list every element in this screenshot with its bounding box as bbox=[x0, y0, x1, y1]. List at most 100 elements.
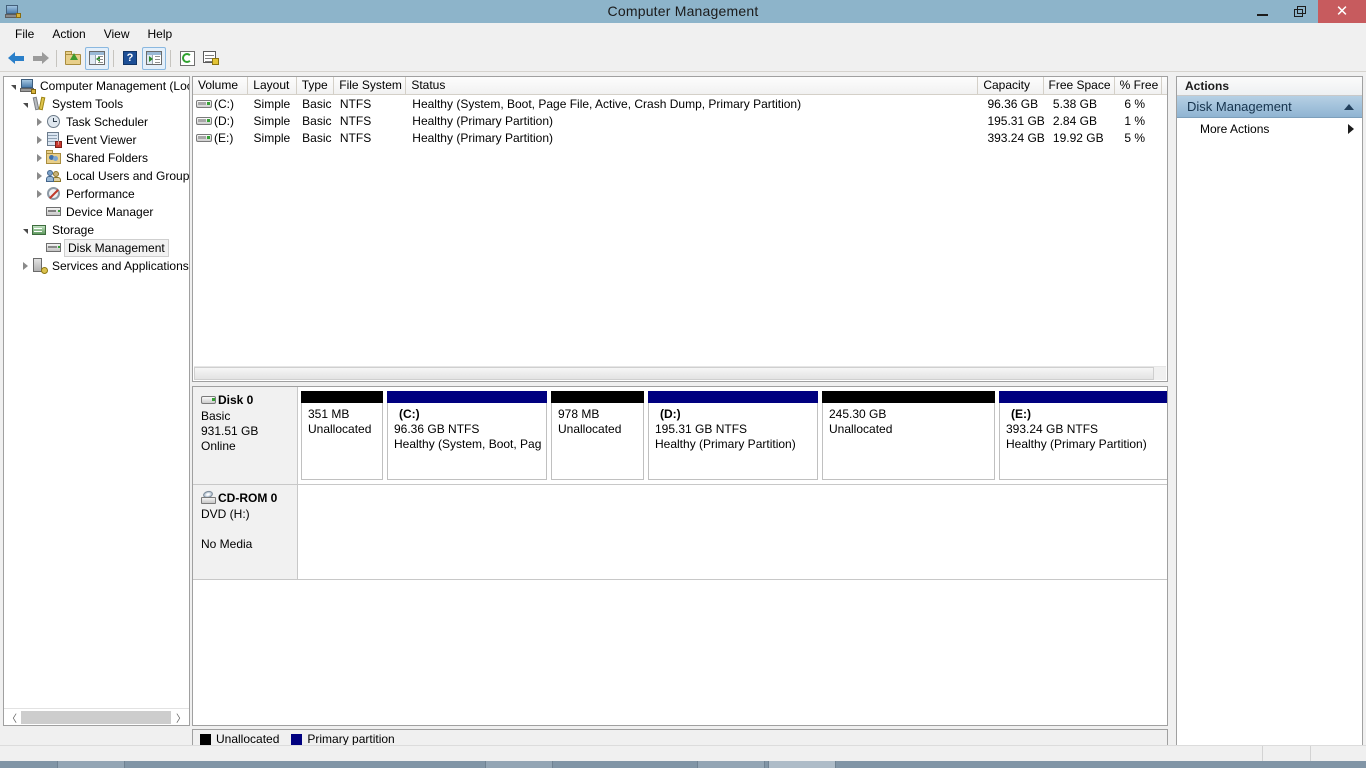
twisty-closed-icon[interactable] bbox=[32, 167, 46, 185]
cdrom-state: No Media bbox=[201, 537, 253, 551]
tree-node-label: Performance bbox=[66, 187, 135, 201]
minimize-button[interactable] bbox=[1244, 0, 1281, 23]
twisty-open-icon[interactable] bbox=[6, 77, 20, 95]
partition-size: 96.36 GB NTFS bbox=[394, 422, 480, 436]
twisty-closed-icon[interactable] bbox=[32, 185, 46, 203]
table-row[interactable]: (E:) Simple Basic NTFS Healthy (Primary … bbox=[193, 129, 1167, 146]
twisty-closed-icon[interactable] bbox=[32, 149, 46, 167]
back-button[interactable] bbox=[4, 47, 28, 70]
partition-status: Healthy (Primary Partition) bbox=[1006, 437, 1147, 451]
menu-action[interactable]: Action bbox=[43, 24, 94, 44]
twisty-open-icon[interactable] bbox=[18, 95, 32, 113]
column-header-layout[interactable]: Layout bbox=[248, 77, 297, 94]
twisty-closed-icon[interactable] bbox=[18, 257, 32, 275]
actions-group-title: Disk Management bbox=[1187, 99, 1292, 114]
partition-unallocated-351mb[interactable]: 351 MB Unallocated bbox=[301, 391, 383, 480]
cell-volume: (D:) bbox=[214, 113, 234, 128]
scroll-track[interactable] bbox=[20, 709, 173, 725]
tree-node-services-and-applications[interactable]: Services and Applications bbox=[4, 257, 189, 275]
column-header-type[interactable]: Type bbox=[296, 77, 335, 94]
export-list-icon bbox=[203, 51, 219, 65]
cell-capacity: 195.31 GB bbox=[987, 113, 1045, 128]
tree-node-disk-management[interactable]: Disk Management bbox=[4, 239, 189, 257]
menu-file[interactable]: File bbox=[6, 24, 43, 44]
twisty-closed-icon[interactable] bbox=[32, 113, 46, 131]
column-header-capacity[interactable]: Capacity bbox=[978, 77, 1044, 94]
cdrom-empty-area[interactable] bbox=[298, 485, 1167, 579]
column-header-percent-free[interactable]: % Free bbox=[1114, 77, 1162, 94]
help-button[interactable]: ? bbox=[118, 47, 142, 70]
close-button[interactable]: ✕ bbox=[1318, 0, 1366, 23]
partition-color-band bbox=[822, 391, 995, 403]
twisty-closed-icon[interactable] bbox=[32, 131, 46, 149]
cell-free-space: 19.92 GB bbox=[1052, 130, 1104, 145]
console-tree-icon bbox=[89, 51, 105, 65]
disk-row-cdrom0[interactable]: CD-ROM 0 DVD (H:) No Media bbox=[193, 485, 1167, 580]
legend-label: Primary partition bbox=[307, 732, 395, 746]
maximize-button[interactable] bbox=[1281, 0, 1318, 23]
taskbar-item[interactable] bbox=[57, 761, 125, 768]
chevron-up-icon[interactable] bbox=[1344, 103, 1354, 110]
partition-unallocated-245gb[interactable]: 245.30 GB Unallocated bbox=[822, 391, 995, 480]
partition-volume-label: (E:) bbox=[1011, 407, 1031, 421]
graphical-view-blank-area bbox=[193, 580, 1167, 725]
partition-color-band bbox=[301, 391, 383, 403]
tree-node-system-tools[interactable]: System Tools bbox=[4, 95, 189, 113]
partition-size: 351 MB bbox=[308, 407, 350, 421]
tree-node-local-users-and-groups[interactable]: Local Users and Groups bbox=[4, 167, 189, 185]
partition-color-band bbox=[387, 391, 547, 403]
tree-horizontal-scrollbar[interactable]: 〈 〉 bbox=[4, 708, 189, 725]
menu-view[interactable]: View bbox=[95, 24, 139, 44]
actions-group-disk-management[interactable]: Disk Management bbox=[1177, 96, 1362, 118]
export-list-button[interactable] bbox=[199, 47, 223, 70]
forward-button[interactable] bbox=[28, 47, 52, 70]
show-hide-console-tree-button[interactable] bbox=[85, 46, 109, 70]
table-row[interactable]: (C:) Simple Basic NTFS Healthy (System, … bbox=[193, 95, 1167, 112]
cell-layout: Simple bbox=[253, 130, 291, 145]
disk-row-disk0[interactable]: Disk 0 Basic 931.51 GB Online 351 MB Una… bbox=[193, 387, 1167, 485]
volume-list-horizontal-scrollbar[interactable] bbox=[194, 366, 1166, 380]
disk-management-pane: Volume Layout Type File System Status Ca… bbox=[192, 76, 1168, 726]
tree-node-storage[interactable]: Storage bbox=[4, 221, 189, 239]
action-pane-icon bbox=[146, 51, 162, 65]
partition-color-band bbox=[551, 391, 644, 403]
chevron-right-icon[interactable] bbox=[1348, 123, 1354, 134]
partition-d-drive[interactable]: (D:) 195.31 GB NTFS Healthy (Primary Par… bbox=[648, 391, 818, 480]
tree-node-performance[interactable]: Performance bbox=[4, 185, 189, 203]
partition-volume-label: (D:) bbox=[660, 407, 681, 421]
scroll-left-icon[interactable]: 〈 bbox=[4, 709, 20, 725]
up-one-level-button[interactable] bbox=[61, 47, 85, 70]
tree-node-event-viewer[interactable]: ! Event Viewer bbox=[4, 131, 189, 149]
show-hide-action-pane-button[interactable] bbox=[142, 46, 166, 70]
table-row[interactable]: (D:) Simple Basic NTFS Healthy (Primary … bbox=[193, 112, 1167, 129]
twisty-open-icon[interactable] bbox=[18, 221, 32, 239]
action-item-more-actions[interactable]: More Actions bbox=[1177, 118, 1362, 139]
column-header-filler[interactable] bbox=[1162, 77, 1167, 94]
cd-rom-icon bbox=[201, 489, 217, 505]
column-header-file-system[interactable]: File System bbox=[334, 77, 407, 94]
scroll-thumb[interactable] bbox=[21, 710, 171, 724]
scroll-thumb[interactable] bbox=[194, 367, 1154, 380]
taskbar-item-active[interactable] bbox=[768, 761, 836, 768]
partition-color-band bbox=[648, 391, 818, 403]
menu-help[interactable]: Help bbox=[139, 24, 182, 44]
disk-info-cdrom0[interactable]: CD-ROM 0 DVD (H:) No Media bbox=[193, 485, 298, 579]
column-header-volume[interactable]: Volume bbox=[193, 77, 249, 94]
tree-node-device-manager[interactable]: Device Manager bbox=[4, 203, 189, 221]
refresh-button[interactable] bbox=[175, 47, 199, 70]
tree-node-task-scheduler[interactable]: Task Scheduler bbox=[4, 113, 189, 131]
column-header-status[interactable]: Status bbox=[406, 77, 979, 94]
taskbar-item[interactable] bbox=[697, 761, 765, 768]
partition-unallocated-978mb[interactable]: 978 MB Unallocated bbox=[551, 391, 644, 480]
partition-status: Healthy (System, Boot, Pag bbox=[394, 437, 542, 451]
taskbar-item[interactable] bbox=[485, 761, 553, 768]
scroll-right-icon[interactable]: 〉 bbox=[173, 709, 189, 725]
partition-e-drive[interactable]: (E:) 393.24 GB NTFS Healthy (Primary Par… bbox=[999, 391, 1167, 480]
partition-c-drive[interactable]: (C:) 96.36 GB NTFS Healthy (System, Boot… bbox=[387, 391, 547, 480]
disk-info-disk0[interactable]: Disk 0 Basic 931.51 GB Online bbox=[193, 387, 298, 484]
tree-node-shared-folders[interactable]: Shared Folders bbox=[4, 149, 189, 167]
column-header-free-space[interactable]: Free Space bbox=[1043, 77, 1115, 94]
tree-node-computer-management[interactable]: Computer Management (Local bbox=[4, 77, 189, 95]
